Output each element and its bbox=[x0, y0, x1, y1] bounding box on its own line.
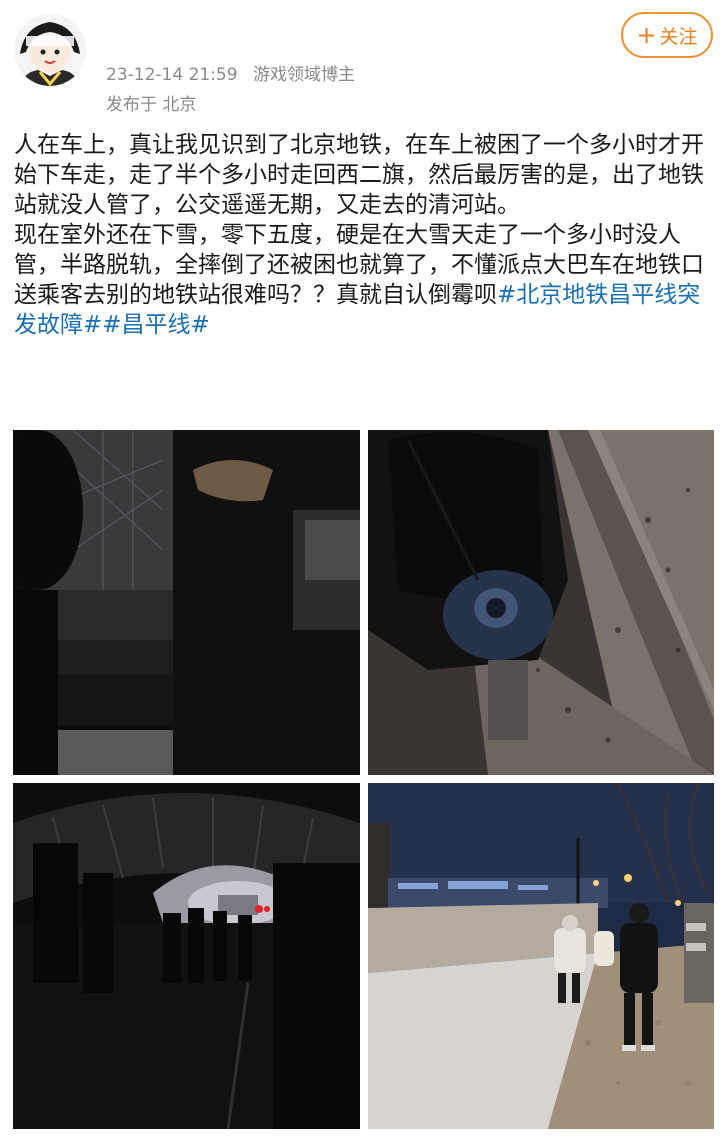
post-timestamp: 23-12-14 21:59 bbox=[106, 65, 238, 85]
follow-button[interactable]: + 关注 bbox=[621, 12, 713, 58]
post-meta: 23-12-14 21:59 游戏领域博主 bbox=[106, 60, 365, 85]
hashtag-link[interactable]: #昌平线# bbox=[102, 312, 210, 338]
post-photo[interactable] bbox=[13, 783, 360, 1129]
post-paragraph-2: 现在室外还在下雪，零下五度，硬是在大雪天走了一个多小时没人管，半路脱轨，全摔倒了… bbox=[14, 220, 716, 340]
post-location: 发布于 北京 bbox=[106, 95, 197, 115]
post-paragraph-1: 人在车上，真让我见识到了北京地铁，在车上被困了一个多小时才开始下车走，走了半个多… bbox=[14, 132, 704, 218]
post-header: 23-12-14 21:59 游戏领域博主 发布于 北京 + 关注 bbox=[0, 0, 728, 120]
avatar[interactable] bbox=[14, 14, 86, 86]
post-body: 人在车上，真让我见识到了北京地铁，在车上被困了一个多小时才开始下车走，走了半个多… bbox=[14, 130, 716, 340]
author-role: 游戏领域博主 bbox=[252, 65, 355, 85]
post-photo[interactable] bbox=[13, 430, 360, 775]
plus-icon: + bbox=[636, 21, 657, 49]
post-photo[interactable] bbox=[368, 430, 714, 775]
follow-label: 关注 bbox=[659, 25, 698, 48]
post-photo[interactable] bbox=[368, 783, 714, 1129]
